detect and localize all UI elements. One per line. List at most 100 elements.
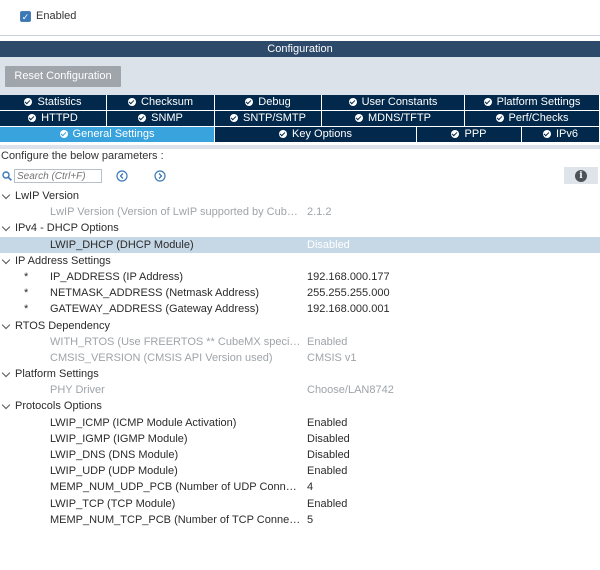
reset-configuration-button[interactable]: Reset Configuration	[5, 66, 121, 87]
group-title: RTOS Dependency	[15, 319, 110, 332]
search-input[interactable]	[14, 169, 102, 183]
group-platform-settings[interactable]: Platform Settings	[0, 366, 600, 382]
parameter-name: NETMASK_ADDRESS (Netmask Address)	[50, 287, 260, 300]
parameter-name: MEMP_NUM_UDP_PCB (Number of UDP Connecti…	[50, 481, 302, 494]
chevron-down-icon[interactable]	[1, 320, 11, 329]
tab-label: General Settings	[72, 128, 155, 140]
group-lwip-version[interactable]: LwIP Version	[0, 188, 600, 204]
tab-label: User Constants	[361, 96, 438, 108]
parameter-name: LWIP_ICMP (ICMP Module Activation)	[50, 416, 237, 429]
parameter-row: LwIP Version (Version of LwIP supported …	[0, 204, 600, 220]
tab-statistics[interactable]: Statistics	[0, 95, 107, 110]
enabled-checkbox-row[interactable]: ✓ Enabled	[20, 9, 76, 23]
chevron-down-icon[interactable]	[1, 401, 11, 410]
parameter-row[interactable]: LWIP_ICMP (ICMP Module Activation) Enable…	[0, 415, 600, 431]
check-circle-icon	[279, 130, 288, 138]
group-rtos-dependency[interactable]: RTOS Dependency	[0, 318, 600, 334]
check-circle-icon	[451, 130, 460, 138]
parameter-row[interactable]: * IP_ADDRESS (IP Address) 192.168.000.177	[0, 269, 600, 285]
group-title: IP Address Settings	[15, 254, 111, 267]
parameter-value[interactable]: Disabled	[307, 431, 350, 447]
tab-key-options[interactable]: Key Options	[215, 127, 417, 142]
tab-row-2: HTTPD SNMP SNTP/SMTP MDNS/TFTP Perf/Checks	[0, 111, 600, 126]
check-circle-icon	[138, 114, 147, 122]
parameter-row[interactable]: MEMP_NUM_TCP_PCB (Number of TCP Connecti…	[0, 512, 600, 528]
parameter-value[interactable]: 4	[307, 479, 313, 495]
required-marker: *	[24, 270, 29, 283]
check-circle-icon	[245, 98, 254, 106]
parameter-row: CMSIS_VERSION (CMSIS API Version used) CM…	[0, 350, 600, 366]
tab-sntp-smtp[interactable]: SNTP/SMTP	[215, 111, 322, 126]
parameter-name: CMSIS_VERSION (CMSIS API Version used)	[50, 351, 273, 364]
parameter-row[interactable]: * GATEWAY_ADDRESS (Gateway Address) 192.16…	[0, 301, 600, 317]
search-previous-icon[interactable]	[116, 170, 128, 182]
enabled-checkbox[interactable]: ✓	[20, 10, 31, 22]
parameter-row[interactable]: LWIP_DHCP (DHCP Module) Disabled	[0, 236, 600, 253]
tab-snmp[interactable]: SNMP	[107, 111, 215, 126]
parameter-name: GATEWAY_ADDRESS (Gateway Address)	[50, 303, 259, 316]
parameter-row[interactable]: LWIP_DNS (DNS Module) Disabled	[0, 447, 600, 463]
group-title: Platform Settings	[15, 368, 99, 381]
group-ipv4-dhcp-options[interactable]: IPv4 - DHCP Options	[0, 220, 600, 236]
info-icon: i	[575, 169, 587, 182]
check-circle-icon	[355, 114, 364, 122]
check-circle-icon	[230, 114, 239, 122]
parameter-value[interactable]: 192.168.000.177	[307, 269, 390, 285]
parameter-name: IP_ADDRESS (IP Address)	[50, 270, 184, 283]
parameter-row: PHY Driver Choose/LAN8742	[0, 382, 600, 398]
parameter-value[interactable]: Enabled	[307, 463, 347, 479]
chevron-down-icon[interactable]	[1, 190, 11, 200]
tab-row-3: General Settings Key Options PPP IPv6	[0, 127, 600, 142]
parameter-row[interactable]: * NETMASK_ADDRESS (Netmask Address) 255.25…	[0, 285, 600, 301]
parameter-row[interactable]: LWIP_UDP (UDP Module) Enabled	[0, 463, 600, 479]
tab-debug[interactable]: Debug	[215, 95, 322, 110]
tab-label: Platform Settings	[496, 96, 581, 108]
tab-user-constants[interactable]: User Constants	[322, 95, 465, 110]
tab-mdns-tftp[interactable]: MDNS/TFTP	[322, 111, 465, 126]
required-marker: *	[24, 303, 29, 316]
tab-perf-checks[interactable]: Perf/Checks	[465, 111, 600, 126]
parameter-value: 2.1.2	[307, 206, 332, 219]
parameter-row: WITH_RTOS (Use FREERTOS ** CubeMX specif…	[0, 334, 600, 350]
check-circle-icon	[59, 130, 68, 138]
info-button[interactable]: i	[564, 167, 598, 184]
parameter-row[interactable]: LWIP_TCP (TCP Module) Enabled	[0, 496, 600, 512]
parameter-value[interactable]: 5	[307, 512, 313, 528]
tab-httpd[interactable]: HTTPD	[0, 111, 107, 126]
tab-label: IPv6	[555, 128, 578, 140]
parameter-value: CMSIS v1	[307, 351, 357, 364]
check-circle-icon	[28, 114, 37, 122]
enabled-label: Enabled	[36, 10, 77, 22]
parameter-name: LWIP_DNS (DNS Module)	[50, 449, 179, 461]
group-protocols-options[interactable]: Protocols Options	[0, 398, 600, 414]
tab-ppp[interactable]: PPP	[417, 127, 522, 142]
tab-general-settings[interactable]: General Settings	[0, 127, 215, 142]
parameter-value[interactable]: 192.168.000.001	[307, 301, 390, 317]
parameter-value[interactable]: 255.255.255.000	[307, 285, 390, 301]
parameter-value[interactable]: Enabled	[307, 415, 347, 431]
chevron-down-icon[interactable]	[1, 255, 11, 264]
parameter-tree: LwIP Version LwIP Version (Version of LwI…	[0, 188, 600, 528]
parameter-row[interactable]: LWIP_IGMP (IGMP Module) Disabled	[0, 431, 600, 447]
group-title: Protocols Options	[15, 400, 102, 413]
chevron-down-icon[interactable]	[1, 368, 11, 378]
divider	[0, 35, 600, 36]
parameter-value: Enabled	[307, 335, 348, 348]
tab-label: Key Options	[292, 128, 352, 140]
tab-checksum[interactable]: Checksum	[107, 95, 215, 110]
group-ip-address-settings[interactable]: IP Address Settings	[0, 253, 600, 269]
parameter-value[interactable]: Disabled	[307, 237, 350, 253]
tab-ipv6[interactable]: IPv6	[522, 127, 600, 142]
parameter-value[interactable]: Enabled	[307, 496, 347, 512]
check-circle-icon	[542, 130, 551, 138]
parameter-name: LWIP_IGMP (IGMP Module)	[50, 432, 188, 445]
check-circle-icon	[483, 98, 492, 106]
configuration-header: Configuration	[0, 41, 600, 57]
chevron-down-icon[interactable]	[1, 223, 11, 232]
search-next-icon[interactable]	[154, 170, 166, 182]
tab-label: SNMP	[151, 112, 183, 124]
tab-label: Perf/Checks	[508, 112, 569, 124]
parameter-value[interactable]: Disabled	[307, 447, 350, 463]
tab-platform-settings[interactable]: Platform Settings	[465, 95, 600, 110]
parameter-row[interactable]: MEMP_NUM_UDP_PCB (Number of UDP Connecti…	[0, 479, 600, 495]
